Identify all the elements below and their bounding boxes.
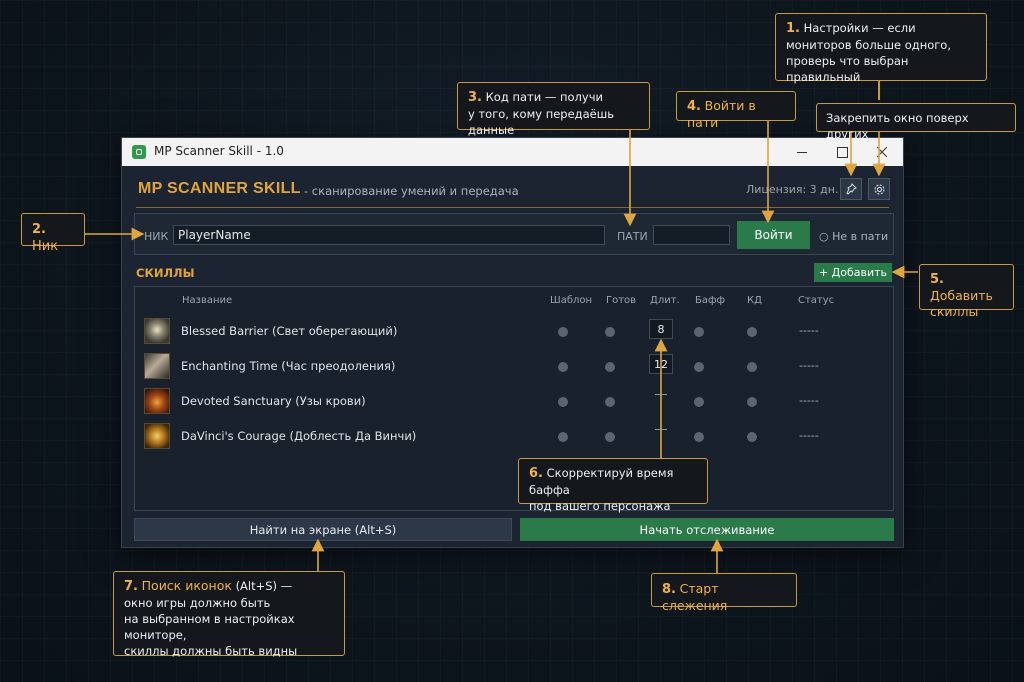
callout-text: скиллы должны быть видны [124, 644, 298, 658]
callout-add-skills: 5. Добавить скиллы [919, 264, 1014, 319]
callout-text: на выбранном в настройках мониторе, [124, 612, 295, 642]
callout-text: под вашего персонажа [529, 499, 671, 513]
callout-text: Добавить [930, 288, 993, 303]
callout-nick: 2. Ник [21, 213, 85, 254]
callout-text: окно игры должно быть [124, 596, 271, 610]
callout-number: 2. [32, 222, 46, 237]
callout-find-icons: 7. Поиск иконок (Alt+S) — окно игры долж… [113, 571, 345, 658]
callout-number: 1. [786, 21, 800, 36]
callout-number: 7. [124, 579, 138, 594]
callout-text: Ник [32, 239, 59, 254]
callout-pin: Закрепить окно поверх других [816, 103, 1016, 141]
callout-text: Поиск иконок [141, 578, 232, 593]
callout-start: 8. Старт слежения [651, 573, 797, 613]
callout-text: проверь что выбран правильный [786, 54, 909, 84]
callout-buff-time: 6. Скорректируй время баффа под вашего п… [518, 458, 708, 513]
callout-number: 8. [662, 582, 676, 597]
callout-text: Код пати — получи [485, 90, 603, 104]
callout-number: 6. [529, 466, 543, 481]
callout-settings: 1. Настройки — если мониторов больше одн… [775, 13, 987, 84]
callout-text: мониторов больше одного, [786, 38, 951, 52]
callout-party-code: 3. Код пати — получи у того, кому переда… [457, 82, 650, 137]
callout-text: скиллы [930, 304, 979, 319]
callout-text: Скорректируй время баффа [529, 466, 674, 497]
callout-number: 4. [687, 99, 701, 114]
callout-join-party: 4. Войти в пати [676, 91, 796, 130]
callout-number: 5. [930, 272, 944, 287]
callout-text: Настройки — если [803, 21, 916, 35]
callout-number: 3. [468, 90, 482, 105]
callout-text: (Alt+S) — [235, 579, 293, 593]
